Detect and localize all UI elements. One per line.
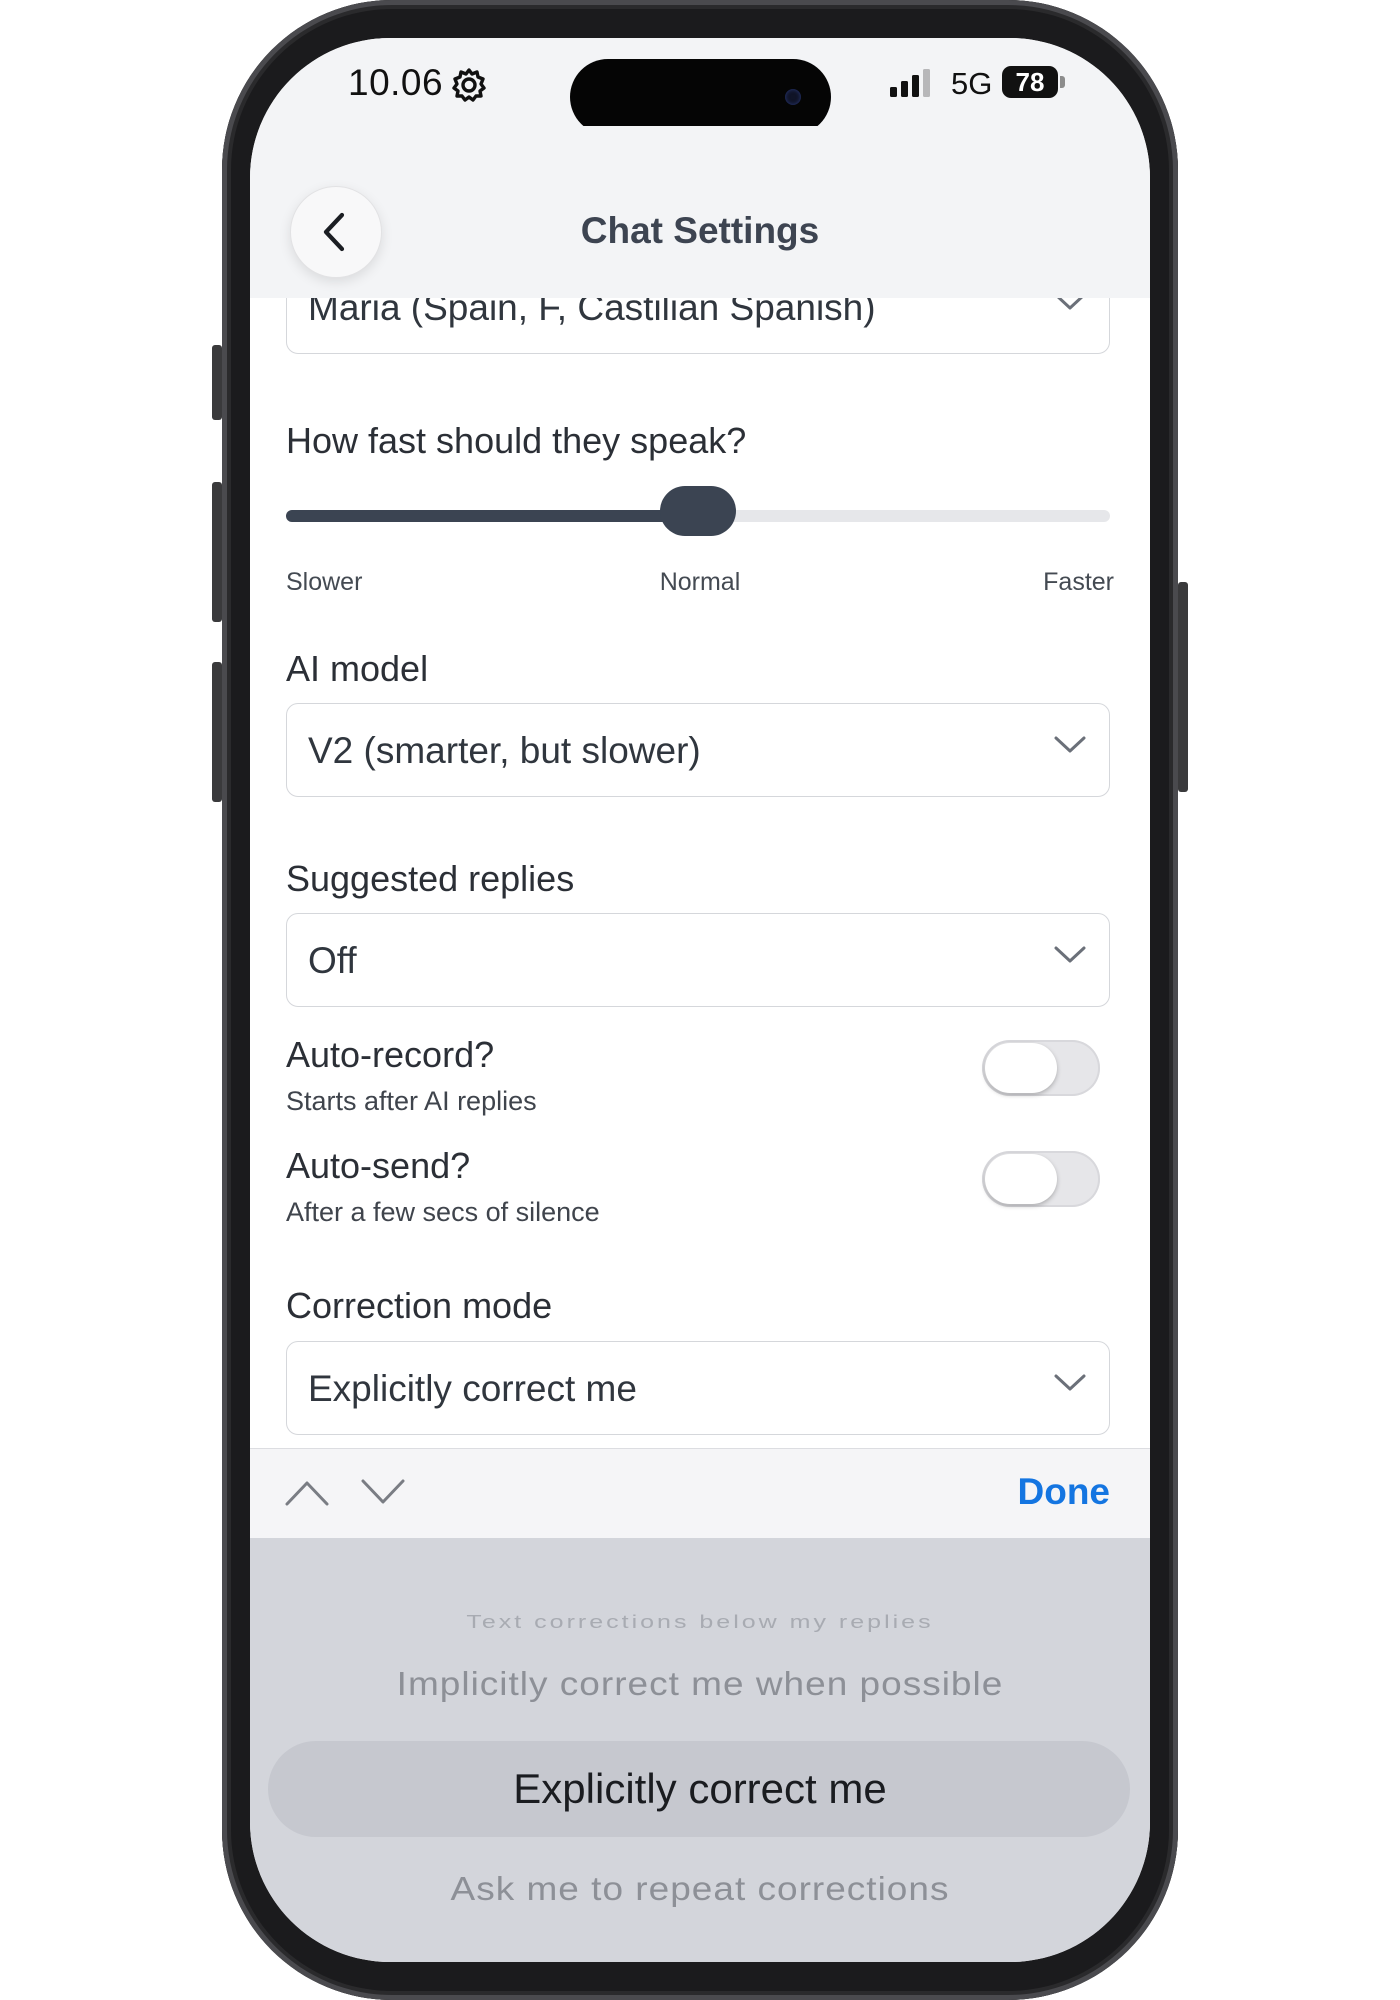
gear-icon (452, 68, 486, 102)
volume-up-button (212, 482, 222, 622)
ai-model-value: V2 (smarter, but slower) (308, 730, 701, 771)
picker-option[interactable]: Text corrections below my replies (250, 1612, 1150, 1633)
ai-model-select[interactable]: V2 (smarter, but slower) (286, 703, 1110, 797)
cellular-signal-icon (890, 69, 930, 97)
speed-label: How fast should they speak? (286, 420, 747, 461)
voice-select-value: Maria (Spain, F, Castilian Spanish) (308, 298, 876, 328)
auto-record-label: Auto-record? (286, 1034, 495, 1075)
speed-slider-fill (286, 510, 698, 522)
correction-mode-picker[interactable]: Text corrections below my replies Implic… (250, 1538, 1150, 1962)
suggested-replies-label: Suggested replies (286, 858, 575, 899)
toggle-knob (985, 1043, 1057, 1093)
correction-mode-value: Explicitly correct me (308, 1368, 637, 1409)
chevron-up-icon[interactable] (284, 1477, 330, 1507)
auto-send-toggle[interactable] (982, 1151, 1100, 1207)
power-button (1178, 582, 1188, 792)
voice-select[interactable]: Maria (Spain, F, Castilian Spanish) (286, 298, 1110, 354)
battery-tip (1060, 76, 1065, 88)
picker-option[interactable]: Ask me to repeat corrections (250, 1870, 1150, 1908)
camera-icon (785, 89, 801, 105)
chevron-down-icon (1054, 946, 1086, 963)
speed-slider[interactable] (286, 486, 1110, 536)
volume-down-button (212, 662, 222, 802)
picker-option-selected[interactable]: Explicitly correct me (250, 1765, 1150, 1813)
auto-send-label: Auto-send? (286, 1145, 471, 1186)
suggested-replies-select[interactable]: Off (286, 913, 1110, 1007)
chevron-down-icon (1054, 736, 1086, 753)
done-button[interactable]: Done (1018, 1471, 1111, 1513)
battery-level: 78 (1002, 66, 1058, 98)
battery-icon: 78 (1002, 66, 1066, 98)
phone-frame: 10.06 5G 78 Chat Settings Maria (Spain, … (222, 0, 1178, 2000)
status-bar: 10.06 5G 78 (250, 38, 1150, 135)
action-button (212, 345, 222, 420)
speed-tick-normal: Normal (659, 568, 741, 596)
picker-option[interactable]: Implicitly correct me when possible (250, 1665, 1150, 1703)
speed-tick-faster: Faster (1043, 568, 1114, 596)
toggle-knob (985, 1154, 1057, 1204)
settings-content[interactable]: Maria (Spain, F, Castilian Spanish) How … (250, 298, 1150, 1448)
page-title: Chat Settings (580, 210, 820, 251)
header: Chat Settings (250, 126, 1150, 299)
chevron-down-icon (1054, 1374, 1086, 1391)
network-type: 5G (951, 66, 993, 101)
auto-record-sub: Starts after AI replies (286, 1086, 537, 1116)
chevron-down-icon (1057, 298, 1083, 310)
picker-toolbar: Done (250, 1448, 1150, 1539)
auto-record-toggle[interactable] (982, 1040, 1100, 1096)
chevron-down-icon[interactable] (360, 1477, 406, 1507)
correction-mode-select[interactable]: Explicitly correct me (286, 1341, 1110, 1435)
speed-slider-thumb[interactable] (660, 486, 736, 536)
screen: 10.06 5G 78 Chat Settings Maria (Spain, … (250, 38, 1150, 1962)
suggested-replies-value: Off (308, 940, 357, 981)
dynamic-island (570, 59, 831, 135)
correction-mode-label: Correction mode (286, 1285, 553, 1326)
auto-send-sub: After a few secs of silence (286, 1197, 600, 1227)
ai-model-label: AI model (286, 648, 429, 689)
status-time: 10.06 (348, 62, 444, 103)
